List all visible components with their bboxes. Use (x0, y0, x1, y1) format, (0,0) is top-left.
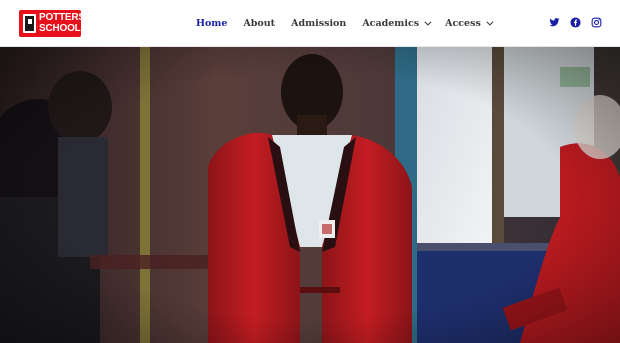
nav-item-academics[interactable]: Academics (362, 17, 432, 29)
twitter-icon[interactable] (549, 17, 560, 28)
nav-item-admission[interactable]: Admission (291, 18, 346, 29)
site-header: POTTERS SCHOOLS Home About Admission Aca… (0, 0, 620, 47)
logo[interactable]: POTTERS SCHOOLS (19, 10, 81, 37)
nav-item-about[interactable]: About (243, 18, 275, 29)
social-links (539, 17, 602, 28)
facebook-icon[interactable] (570, 17, 581, 28)
chevron-down-icon (424, 18, 432, 26)
hero-photo (0, 47, 620, 343)
nav-item-label: Admission (291, 17, 347, 29)
instagram-icon[interactable] (591, 17, 602, 28)
nav-item-label: Academics (362, 17, 420, 29)
chevron-down-icon (486, 18, 494, 26)
nav-item-home[interactable]: Home (196, 18, 227, 29)
logo-mark-icon (23, 14, 36, 33)
nav-item-access[interactable]: Access (445, 17, 494, 29)
nav-item-label: About (243, 17, 276, 29)
logo-line-1: POTTERS (39, 12, 81, 23)
nav-item-label: Home (196, 17, 228, 29)
main-nav: Home About Admission Academics Access (196, 0, 507, 46)
logo-line-2: SCHOOLS (39, 23, 81, 34)
logo-text: POTTERS SCHOOLS (39, 12, 81, 34)
hero-image (0, 47, 620, 343)
nav-item-label: Access (445, 17, 481, 29)
